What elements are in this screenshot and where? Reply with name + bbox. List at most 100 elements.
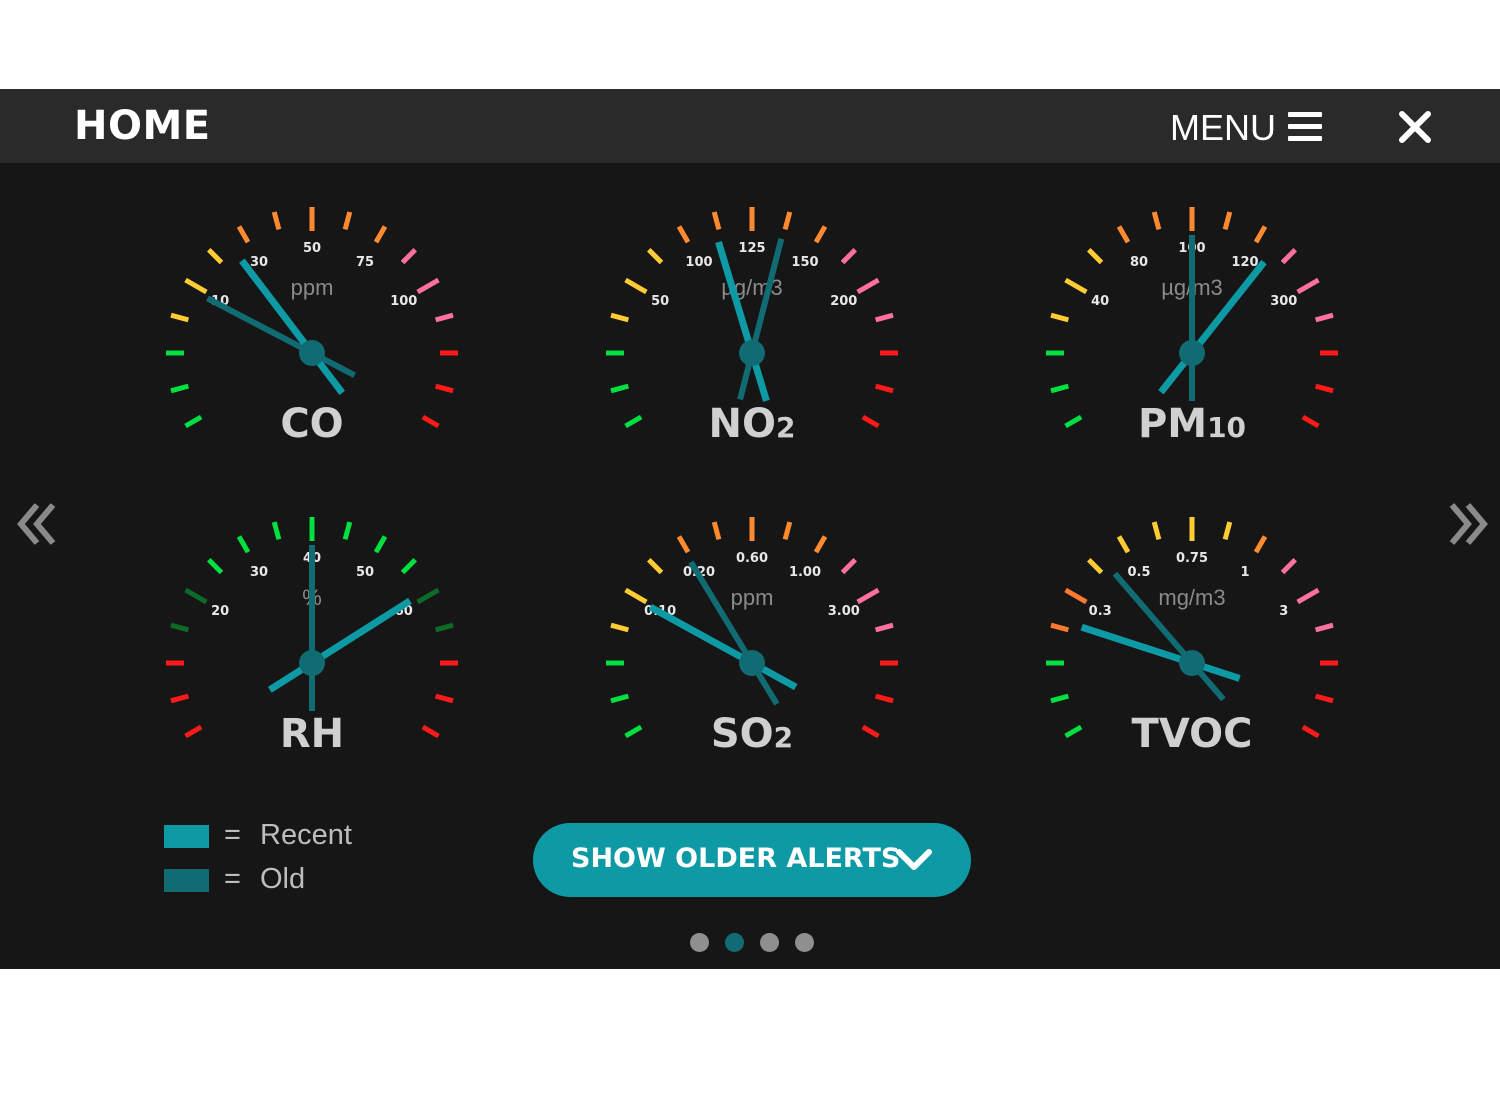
- gauge-tick: [373, 535, 388, 554]
- gauge-name: TVOC: [1132, 711, 1253, 757]
- gauge-tick: [236, 535, 251, 554]
- gauge-tick: [1314, 312, 1334, 323]
- legend-old-label: Old: [260, 863, 306, 895]
- old-swatch: [164, 869, 209, 892]
- gauge-scale-label: 0.3: [1089, 604, 1112, 619]
- gauge-tick: [624, 587, 648, 605]
- gauge-scale-label: 30: [250, 565, 268, 580]
- needle-hub: [299, 340, 325, 366]
- gauge-tick: [782, 521, 793, 541]
- gauge-tick: [711, 521, 722, 541]
- gauge-tick: [874, 693, 894, 704]
- gauge-tvoc: 0.3 0.5 0.75 1 3 mg/m3 TVOC: [1046, 517, 1338, 757]
- gauge-tick: [1050, 312, 1070, 323]
- gauge-tick: [646, 557, 664, 575]
- gauge-tick: [610, 693, 630, 704]
- gauge-tick: [840, 247, 858, 265]
- show-older-alerts-button[interactable]: SHOW OLDER ALERTS: [533, 823, 971, 897]
- page-dot-1[interactable]: [690, 933, 709, 952]
- gauge-tick: [170, 383, 190, 394]
- show-older-alerts-label: SHOW OLDER ALERTS: [571, 843, 901, 874]
- pagination-dots: [690, 933, 830, 953]
- gauge-tick: [856, 277, 880, 295]
- gauge-scale-label: 150: [791, 255, 818, 270]
- gauge-tick: [1280, 247, 1298, 265]
- gauge-tick: [861, 724, 880, 739]
- gauge-scale-label: 120: [1231, 255, 1258, 270]
- gauge-scale-label: 200: [830, 294, 857, 309]
- gauge-scale-label: 20: [211, 604, 229, 619]
- gauge-tick: [1064, 587, 1088, 605]
- gauge-tick: [342, 211, 353, 231]
- gauge-tick: [373, 225, 388, 244]
- page-title[interactable]: HOME: [74, 103, 211, 149]
- gauge-tick: [1050, 622, 1070, 633]
- gauge-name-subscript: 2: [774, 721, 793, 754]
- page-dot-4[interactable]: [795, 933, 814, 952]
- gauge-so2: 0.100.200.601.003.00ppmSO2: [606, 517, 898, 757]
- gauge-tick: [1064, 724, 1083, 739]
- gauge-tick: [400, 247, 418, 265]
- gauge-unit-label: mg/m3: [1158, 585, 1225, 610]
- gauge-tick: [184, 277, 208, 295]
- dashboard-panel: HOME MENU 10 30 50 75 100 ppm CO 50 100 125 150 200…: [0, 89, 1500, 969]
- chevron-down-icon: [896, 849, 932, 870]
- gauge-tick: [1296, 587, 1320, 605]
- gauge-name: PM10: [1138, 401, 1246, 447]
- gauge-unit-label: ppm: [731, 585, 774, 610]
- gauge-tick: [711, 211, 722, 231]
- gauge-tick: [1301, 414, 1320, 429]
- gauge-tick: [1253, 535, 1268, 554]
- gauge-tick: [206, 557, 224, 575]
- legend-recent-label: Recent: [260, 819, 352, 851]
- gauge-tick: [416, 277, 440, 295]
- gauge-tick: [813, 225, 828, 244]
- gauge-tick: [1151, 211, 1162, 231]
- page-dot-3[interactable]: [760, 933, 779, 952]
- gauge-tick: [1280, 557, 1298, 575]
- gauge-tick: [646, 247, 664, 265]
- gauge-co: 10305075100ppmCO: [166, 207, 458, 447]
- gauge-tick: [1314, 383, 1334, 394]
- gauge-grid: 10305075100ppmCO50100125150200µg/m3NO240…: [166, 207, 1338, 757]
- gauge-scale-label: 0.75: [1176, 551, 1208, 566]
- gauge-name: NO2: [709, 401, 796, 447]
- needle-hub: [1179, 650, 1205, 676]
- recent-needle: [267, 597, 412, 693]
- gauge-tick: [624, 277, 648, 295]
- gauge-tick: [184, 724, 203, 739]
- gauge-tick: [782, 211, 793, 231]
- gauge-tick: [813, 535, 828, 554]
- gauge-tick: [610, 622, 630, 633]
- gauge-tick: [170, 312, 190, 323]
- recent-swatch: [164, 825, 209, 848]
- gauge-tick: [676, 225, 691, 244]
- gauge-tick: [400, 557, 418, 575]
- gauge-tick: [1086, 557, 1104, 575]
- gauge-scale-label: 50: [303, 241, 321, 256]
- gauge-name-main: TVOC: [1132, 711, 1253, 757]
- gauge-scale-label: 75: [356, 255, 374, 270]
- gauge-no2: 50100125150200µg/m3NO2: [606, 207, 898, 447]
- gauge-tick: [1050, 693, 1070, 704]
- gauge-scale-label: 50: [356, 565, 374, 580]
- menu-button-label[interactable]: MENU: [1170, 107, 1276, 149]
- legend-equals: =: [224, 819, 241, 851]
- gauge-name-main: RH: [280, 711, 344, 757]
- gauge-scale-label: 50: [651, 294, 669, 309]
- page-dot-2[interactable]: [725, 933, 744, 952]
- gauge-tick: [271, 521, 282, 541]
- gauge-tick: [342, 521, 353, 541]
- gauge-name-main: SO: [711, 711, 774, 757]
- hamburger-menu-icon[interactable]: [1288, 112, 1324, 144]
- close-icon[interactable]: [1397, 109, 1433, 145]
- gauge-tick: [206, 247, 224, 265]
- gauge-scale-label: 0.60: [736, 551, 768, 566]
- gauge-tick: [1116, 225, 1131, 244]
- gauge-tick: [434, 383, 454, 394]
- gauge-scale-label: 80: [1130, 255, 1148, 270]
- gauge-name-main: PM: [1138, 401, 1207, 447]
- gauge-tick: [874, 312, 894, 323]
- gauge-scale-label: 1.00: [789, 565, 821, 580]
- gauge-tick: [170, 622, 190, 633]
